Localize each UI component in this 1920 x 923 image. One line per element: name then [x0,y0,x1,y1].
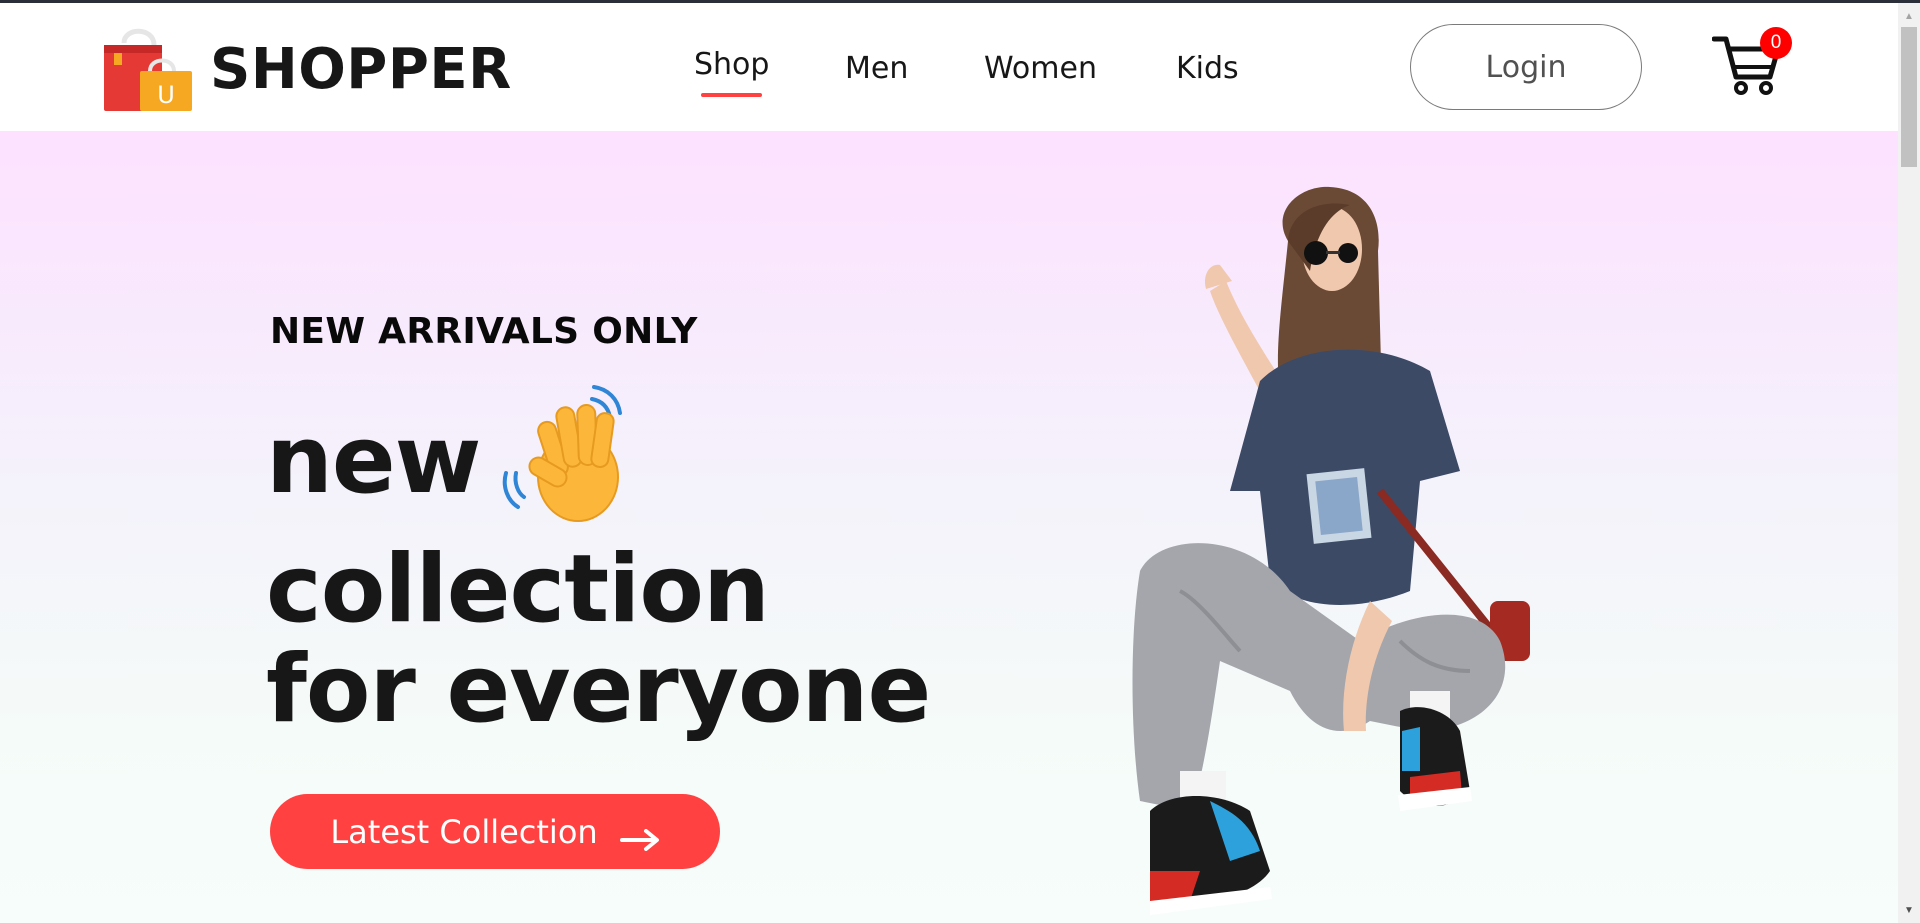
hero-title-line2: collection [266,535,770,644]
scroll-down-arrow-icon[interactable]: ▼ [1898,899,1920,921]
cta-label: Latest Collection [330,812,598,851]
scrollbar-thumb[interactable] [1901,27,1917,167]
svg-text:U: U [157,81,175,109]
cart-count-badge: 0 [1760,27,1792,59]
nav-item-men[interactable]: Men [845,51,908,86]
navbar: U SHOPPER Shop Men Women Kids Login 0 [0,3,1898,131]
nav-item-kids[interactable]: Kids [1176,51,1239,86]
hero-model-image [1120,171,1640,923]
hero-eyebrow: NEW ARRIVALS ONLY [270,311,698,352]
hero-title-line1: new [266,406,482,515]
nav-active-underline [701,93,762,97]
scroll-up-arrow-icon[interactable]: ▲ [1898,5,1920,27]
nav-item-shop[interactable]: Shop [694,47,769,82]
arrow-right-icon [619,821,660,851]
brand-logo[interactable]: U SHOPPER [102,23,512,115]
shopping-bag-icon: U [102,23,194,115]
login-button[interactable]: Login [1410,24,1642,110]
nav-item-women[interactable]: Women [984,51,1097,86]
hero-title-line3: for everyone [266,635,931,744]
waving-hand-icon [494,377,646,529]
brand-name: SHOPPER [210,36,512,102]
hero-section: NEW ARRIVALS ONLY new collection for eve… [0,131,1898,923]
page-scrollbar[interactable]: ▲ ▼ [1898,3,1920,923]
latest-collection-button[interactable]: Latest Collection [270,794,720,869]
